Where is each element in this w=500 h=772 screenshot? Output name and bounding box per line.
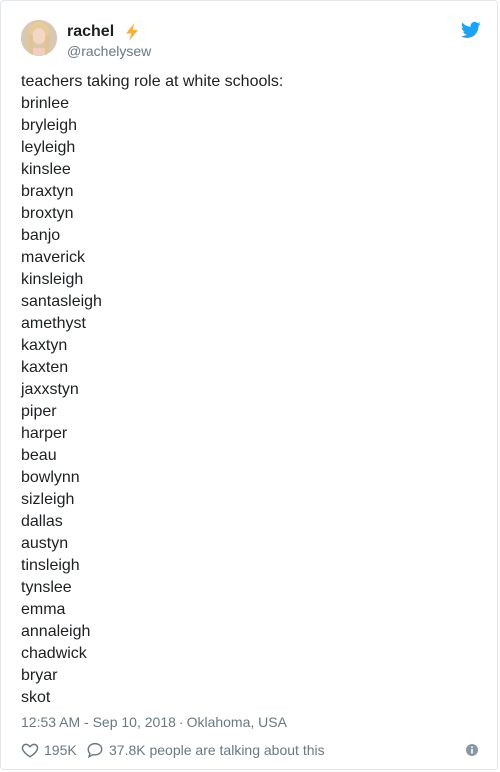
tweet-actions: 195K 37.8K people are talking about this <box>21 738 481 762</box>
tweet-name-line: chadwick <box>21 645 87 662</box>
tweet-location[interactable]: Oklahoma, USA <box>187 714 287 730</box>
tweet-name-line: annaleigh <box>21 623 91 640</box>
tweet-name-line: bryleigh <box>21 117 78 134</box>
tweet-name-line: kaxtyn <box>21 337 68 354</box>
tweet-name-line: bowlynn <box>21 469 80 486</box>
tweet-name-line: sizleigh <box>21 491 75 508</box>
like-count: 195K <box>44 742 77 758</box>
tweet-text: teachers taking role at white schools: br… <box>21 71 481 709</box>
speech-bubble-icon <box>87 742 103 759</box>
author-block: rachel @rachelysew <box>67 22 151 60</box>
tweet-name-line: beau <box>21 447 57 464</box>
heart-icon <box>21 743 39 758</box>
author-display-name[interactable]: rachel <box>67 22 114 42</box>
tweet-name-line: braxtyn <box>21 183 74 200</box>
tweet-name-line: amethyst <box>21 315 86 332</box>
info-icon[interactable] <box>465 743 479 757</box>
tweet-name-line: tynslee <box>21 579 72 596</box>
tweet-name-line: skot <box>21 689 51 706</box>
tweet-name-line: harper <box>21 425 68 442</box>
tweet-name-line: banjo <box>21 227 61 244</box>
tweet-meta: 12:53 AM - Sep 10, 2018 · Oklahoma, USA <box>21 712 287 732</box>
tweet-name-line: broxtyn <box>21 205 74 222</box>
conversation-link[interactable]: 37.8K people are talking about this <box>86 740 325 760</box>
tweet-intro-line: teachers taking role at white schools: <box>21 73 284 90</box>
like-button[interactable]: 195K <box>21 740 77 760</box>
high-voltage-icon <box>122 22 142 42</box>
tweet-name-line: maverick <box>21 249 86 266</box>
conversation-count: 37.8K people are talking about this <box>109 742 325 758</box>
tweet-name-line: santasleigh <box>21 293 102 310</box>
tweet-name-line: emma <box>21 601 66 618</box>
tweet-header: rachel @rachelysew <box>21 20 481 60</box>
tweet-name-line: kinslee <box>21 161 71 178</box>
tweet-name-line: tinsleigh <box>21 557 80 574</box>
tweet-name-line: leyleigh <box>21 139 76 156</box>
meta-separator: · <box>178 714 184 730</box>
tweet-name-line: jaxxstyn <box>21 381 79 398</box>
tweet-name-line: brinlee <box>21 95 70 112</box>
tweet-name-line: dallas <box>21 513 63 530</box>
tweet-name-line: bryar <box>21 667 58 684</box>
twitter-bird-icon[interactable] <box>460 20 481 40</box>
author-handle[interactable]: @rachelysew <box>67 42 151 60</box>
tweet-name-line: kinsleigh <box>21 271 84 288</box>
tweet-card: rachel @rachelysew teachers taking role … <box>0 0 498 770</box>
avatar[interactable] <box>21 20 57 56</box>
tweet-timestamp[interactable]: 12:53 AM - Sep 10, 2018 <box>21 714 176 730</box>
tweet-name-line: piper <box>21 403 57 420</box>
tweet-name-line: austyn <box>21 535 69 552</box>
tweet-name-line: kaxten <box>21 359 69 376</box>
